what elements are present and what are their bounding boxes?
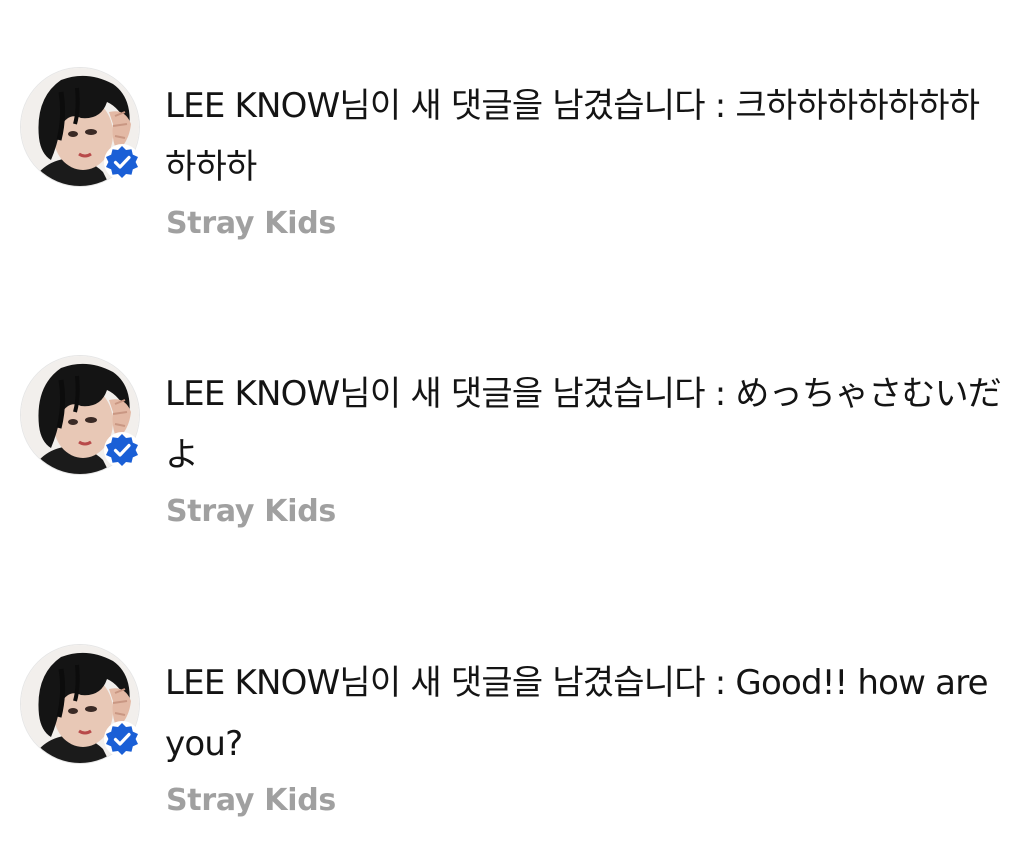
notification-item[interactable]: LEE KNOW님이 새 댓글을 남겼습니다 : Good!! how are … — [0, 644, 1018, 844]
notification-source: Stray Kids — [166, 494, 336, 529]
notification-list: LEE KNOW님이 새 댓글을 남겼습니다 : 크하하하하하하하하하하 Str… — [0, 0, 1018, 843]
avatar[interactable] — [20, 67, 140, 187]
notification-source: Stray Kids — [166, 206, 336, 241]
notification-message: LEE KNOW님이 새 댓글을 남겼습니다 : 크하하하하하하하하하하 — [165, 86, 980, 187]
verified-badge-icon — [103, 720, 141, 758]
avatar[interactable] — [20, 355, 140, 475]
notification-source: Stray Kids — [166, 783, 336, 818]
notification-message: LEE KNOW님이 새 댓글을 남겼습니다 : めっちゃさむいだよ — [165, 374, 1002, 475]
verified-badge-icon — [103, 431, 141, 469]
notification-item[interactable]: LEE KNOW님이 새 댓글을 남겼습니다 : 크하하하하하하하하하하 Str… — [0, 67, 1018, 267]
notification-message: LEE KNOW님이 새 댓글을 남겼습니다 : Good!! how are … — [165, 663, 998, 764]
verified-badge-icon — [103, 143, 141, 181]
notification-item[interactable]: LEE KNOW님이 새 댓글을 남겼습니다 : めっちゃさむいだよ Stray… — [0, 355, 1018, 555]
avatar[interactable] — [20, 644, 140, 764]
